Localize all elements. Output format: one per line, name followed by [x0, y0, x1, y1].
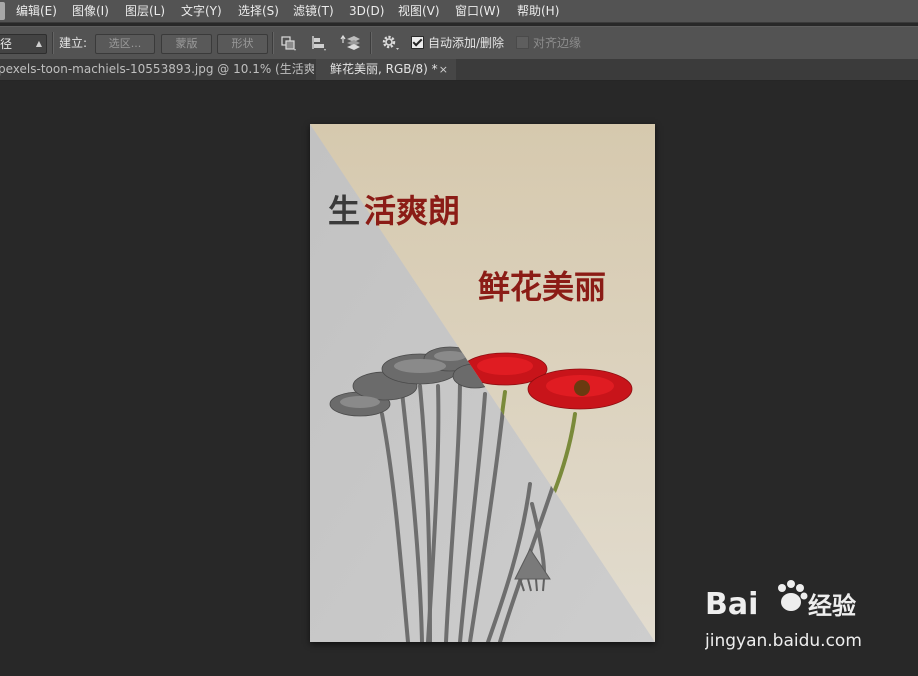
menu-select[interactable]: 选择(S): [238, 0, 279, 22]
make-shape-button[interactable]: 形状: [217, 34, 268, 54]
menu-3d[interactable]: 3D(D): [349, 0, 384, 22]
menu-view[interactable]: 视图(V): [398, 0, 440, 22]
tab-pexels-document[interactable]: pexels-toon-machiels-10553893.jpg @ 10.1…: [0, 59, 314, 80]
tab-flower-document[interactable]: 鲜花美丽, RGB/8) * ×: [316, 59, 456, 80]
menu-type[interactable]: 文字(Y): [181, 0, 222, 22]
close-icon[interactable]: ×: [439, 59, 448, 80]
headline-text: 活爽朗: [364, 192, 460, 230]
poster-artwork: 生 活爽朗 鲜花美丽: [310, 124, 655, 642]
separator: [272, 32, 274, 54]
path-mode-value: 径: [0, 37, 13, 51]
auto-add-delete-label: 自动添加/删除: [428, 36, 505, 50]
options-bar: 径 ▲ 建立: 选区... 蒙版 形状 自动添加/删除 对齐边缘: [0, 26, 918, 60]
select-arrows-icon: ▲: [35, 39, 42, 48]
watermark-suffix: 经验: [808, 592, 856, 620]
document-tab-bar: pexels-toon-machiels-10553893.jpg @ 10.1…: [0, 59, 918, 81]
menu-filter[interactable]: 滤镜(T): [293, 0, 334, 22]
menu-edit[interactable]: 编辑(E): [16, 0, 57, 22]
auto-add-delete-checkbox[interactable]: [411, 36, 424, 49]
menu-window[interactable]: 窗口(W): [455, 0, 500, 22]
make-selection-button[interactable]: 选区...: [95, 34, 155, 54]
watermark-url: jingyan.baidu.com: [705, 631, 862, 651]
path-mode-select[interactable]: 径 ▲: [0, 34, 47, 54]
separator: [370, 32, 372, 54]
path-operations-icon[interactable]: [280, 34, 298, 52]
baidu-watermark: Bai 经验 jingyan.baidu.com: [704, 574, 875, 664]
gear-icon[interactable]: [381, 34, 399, 52]
menu-left-edge: [0, 2, 5, 20]
tab-title: 鲜花美丽, RGB/8) *: [330, 62, 438, 76]
menu-image[interactable]: 图像(I): [72, 0, 109, 22]
tab-title: pexels-toon-machiels-10553893.jpg @ 10.1…: [0, 62, 314, 76]
subheadline-text: 鲜花美丽: [478, 268, 606, 306]
menu-layer[interactable]: 图层(L): [125, 0, 165, 22]
separator: [52, 32, 54, 54]
menu-bar: 编辑(E) 图像(I) 图层(L) 文字(Y) 选择(S) 滤镜(T) 3D(D…: [0, 0, 918, 23]
document-canvas[interactable]: 生 活爽朗 鲜花美丽: [310, 124, 655, 642]
path-arrangement-icon[interactable]: [340, 34, 360, 52]
align-edges-label: 对齐边缘: [533, 36, 582, 50]
path-alignment-icon[interactable]: [310, 34, 328, 52]
build-label: 建立:: [59, 36, 88, 50]
menu-help[interactable]: 帮助(H): [517, 0, 559, 22]
watermark-brand: Bai: [705, 587, 758, 622]
align-edges-checkbox[interactable]: [516, 36, 529, 49]
paw-logo-icon: [778, 580, 808, 611]
make-mask-button[interactable]: 蒙版: [161, 34, 212, 54]
headline-first-char: 生: [328, 192, 360, 230]
